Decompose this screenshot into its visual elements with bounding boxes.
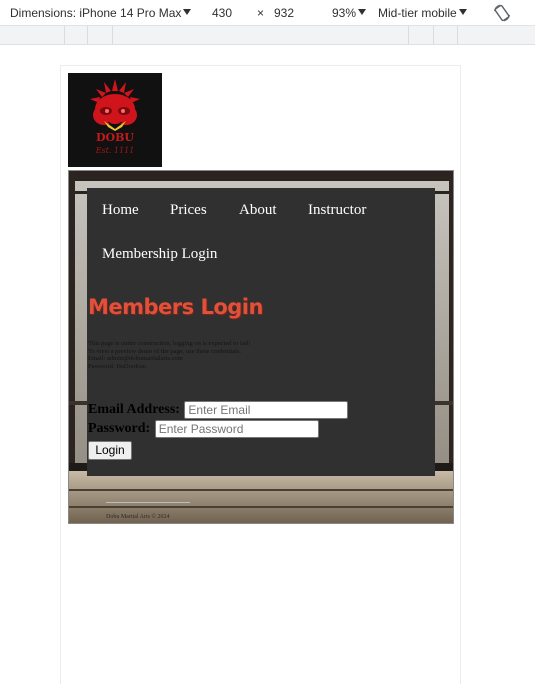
password-field[interactable] bbox=[154, 420, 319, 438]
nav-instructor[interactable]: Instructor bbox=[308, 202, 366, 219]
width-value: 430 bbox=[212, 6, 233, 20]
email-row: Email Address: bbox=[88, 401, 349, 419]
zoom-value: 93% bbox=[332, 6, 357, 20]
device-dimensions-label: Dimensions: iPhone 14 Pro Max bbox=[10, 6, 182, 20]
logo-tagline-text: Est. 1111 bbox=[95, 146, 135, 155]
chevron-down-icon bbox=[458, 9, 467, 15]
nav-home[interactable]: Home bbox=[102, 202, 139, 219]
password-label: Password: bbox=[88, 421, 151, 436]
password-row: Password: bbox=[88, 420, 319, 438]
throttle-dropdown[interactable]: Mid-tier mobile bbox=[378, 6, 467, 20]
notice-line: Password: HaDooKen bbox=[88, 362, 146, 370]
ruler-tick bbox=[112, 26, 113, 45]
notice-line: Email: admin@dobumartialarts.com bbox=[88, 355, 183, 362]
footer-text: Dobu Martial Arts © 2024 bbox=[106, 514, 170, 520]
login-button[interactable]: Login bbox=[88, 441, 132, 460]
nav-about[interactable]: About bbox=[239, 202, 277, 219]
construction-notice: This page is under construction, logging… bbox=[88, 340, 308, 370]
ruler-tick bbox=[457, 26, 458, 45]
dimension-separator: × bbox=[257, 6, 265, 20]
notice-line: To view a preview demo of the page, use … bbox=[88, 347, 241, 355]
zoom-dropdown[interactable]: 93% bbox=[332, 6, 367, 20]
device-dimensions-dropdown[interactable]: Dimensions: iPhone 14 Pro Max bbox=[10, 6, 192, 20]
media-query-ruler bbox=[0, 26, 535, 45]
ruler-tick bbox=[87, 26, 88, 45]
nav-membership-login[interactable]: Membership Login bbox=[102, 246, 217, 263]
height-input[interactable]: 932 bbox=[274, 6, 294, 20]
page-title: Members Login bbox=[88, 295, 263, 319]
chevron-down-icon bbox=[358, 9, 367, 15]
width-input[interactable]: 430 bbox=[212, 6, 232, 20]
logo-brand-text: DOBU bbox=[95, 131, 134, 144]
chevron-down-icon bbox=[183, 9, 192, 15]
email-field[interactable] bbox=[184, 401, 349, 419]
devtools-device-toolbar: Dimensions: iPhone 14 Pro Max 430 × 932 … bbox=[0, 0, 535, 26]
height-value: 932 bbox=[274, 6, 295, 20]
members-panel: Home Prices About Instructor Membership … bbox=[87, 188, 435, 476]
rotate-icon[interactable] bbox=[492, 3, 512, 23]
site-logo[interactable]: DOBU Est. 1111 bbox=[68, 73, 162, 167]
ruler-tick bbox=[408, 26, 409, 45]
notice-line: This page is under construction, logging… bbox=[88, 340, 251, 347]
ruler-tick bbox=[64, 26, 65, 45]
throttle-value: Mid-tier mobile bbox=[378, 6, 457, 20]
ruler-tick bbox=[433, 26, 434, 45]
email-label: Email Address: bbox=[88, 402, 180, 417]
footer-divider bbox=[106, 502, 190, 503]
nav-prices[interactable]: Prices bbox=[170, 202, 207, 219]
